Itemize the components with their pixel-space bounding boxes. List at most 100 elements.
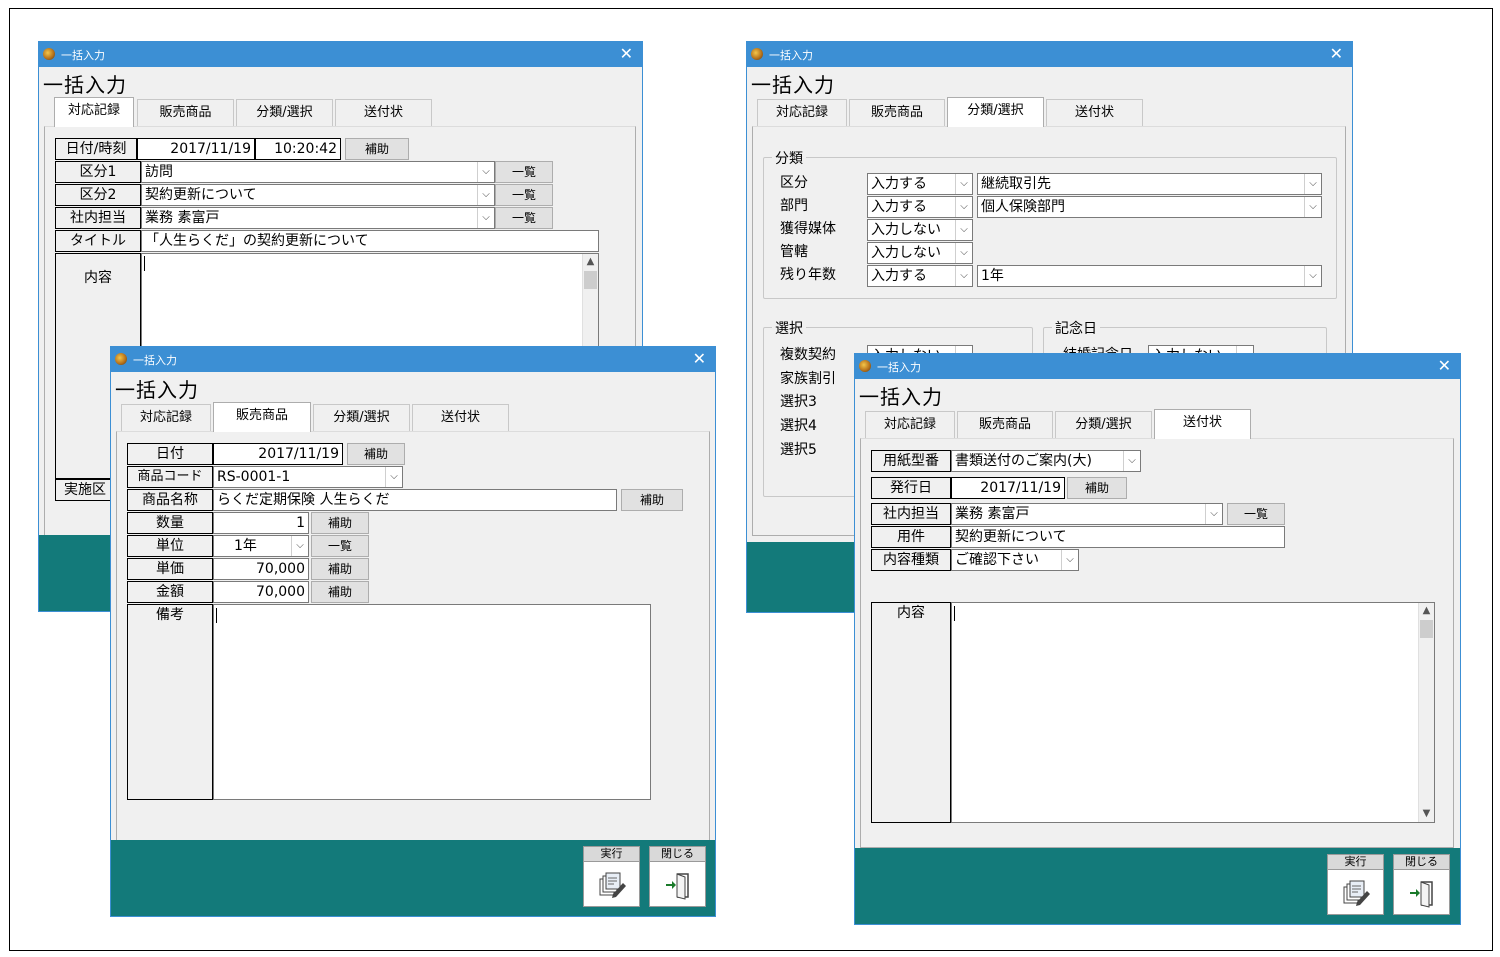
chevron-down-icon[interactable]: ⌵ <box>1304 266 1321 286</box>
scroll-up-icon[interactable]: ▲ <box>583 254 598 270</box>
close-icon[interactable]: ✕ <box>693 349 706 368</box>
staff-label: 社内担当 <box>55 207 141 229</box>
cat-row-mode[interactable]: 入力する ⌵ <box>867 173 973 195</box>
chevron-down-icon[interactable]: ⌵ <box>955 174 972 194</box>
date-field[interactable]: 2017/11/19 <box>213 443 343 465</box>
cat-row-mode[interactable]: 入力する ⌵ <box>867 265 973 287</box>
amount-assist-button[interactable]: 補助 <box>311 581 369 603</box>
tab-products[interactable]: 販売商品 <box>137 99 234 126</box>
tab-category[interactable]: 分類/選択 <box>236 99 333 126</box>
cat-row-mode[interactable]: 入力しない ⌵ <box>867 219 973 241</box>
tab-letter[interactable]: 送付状 <box>412 404 509 431</box>
name-input[interactable]: らくだ定期保険 人生らくだ <box>213 489 617 511</box>
scroll-up-icon[interactable]: ▲ <box>1419 603 1434 619</box>
title-input[interactable]: 「人生らくだ」の契約更新について <box>141 230 599 252</box>
close-icon[interactable]: ✕ <box>1438 356 1451 375</box>
tab-category[interactable]: 分類/選択 <box>313 404 410 431</box>
cat-row-label: 部門 <box>780 198 808 214</box>
chevron-down-icon[interactable]: ⌵ <box>1061 550 1078 570</box>
chevron-down-icon[interactable]: ⌵ <box>1205 504 1222 524</box>
subject-label: 用件 <box>871 526 951 548</box>
chevron-down-icon[interactable]: ⌵ <box>291 536 308 556</box>
close-icon[interactable]: ✕ <box>620 44 633 63</box>
cat-row-mode[interactable]: 入力しない ⌵ <box>867 242 973 264</box>
date-field[interactable]: 2017/11/19 <box>137 138 255 160</box>
staff-list-button[interactable]: 一覧 <box>495 207 553 229</box>
tab-letter[interactable]: 送付状 <box>1046 99 1143 126</box>
title-bar[interactable]: 一括入力 ✕ <box>111 347 715 372</box>
chevron-down-icon[interactable]: ⌵ <box>955 243 972 263</box>
content-textarea[interactable]: ▲ ▼ <box>951 602 1435 823</box>
chevron-down-icon[interactable]: ⌵ <box>955 266 972 286</box>
select-row-label: 複数契約 <box>780 347 836 363</box>
tab-products[interactable]: 販売商品 <box>849 99 945 126</box>
title-bar[interactable]: 一括入力 ✕ <box>39 42 642 67</box>
issue-assist-button[interactable]: 補助 <box>1067 477 1127 499</box>
note-textarea[interactable] <box>213 604 651 800</box>
content-label: 内容 <box>84 270 112 286</box>
chevron-down-icon[interactable]: ⌵ <box>477 208 494 228</box>
unit-list-button[interactable]: 一覧 <box>311 535 369 557</box>
unit-select[interactable]: 1年 ⌵ <box>213 535 309 557</box>
chevron-down-icon[interactable]: ⌵ <box>955 197 972 217</box>
cat1-select[interactable]: 訪問 ⌵ <box>141 161 495 183</box>
scroll-down-icon[interactable]: ▼ <box>1419 806 1434 822</box>
window-letter: 一括入力 ✕ 一括入力 対応記録 販売商品 分類/選択 送付状 用紙型番 書類送… <box>854 353 1461 925</box>
code-select[interactable]: RS-0001-1 ⌵ <box>213 466 403 488</box>
execute-label: 実行 <box>584 847 639 862</box>
chevron-down-icon[interactable]: ⌵ <box>385 467 402 487</box>
amount-input[interactable]: 70,000 <box>213 581 309 603</box>
cat1-list-button[interactable]: 一覧 <box>495 161 553 183</box>
chevron-down-icon[interactable]: ⌵ <box>477 185 494 205</box>
issue-date-field[interactable]: 2017/11/19 <box>951 477 1065 499</box>
chevron-down-icon[interactable]: ⌵ <box>1123 451 1140 471</box>
chevron-down-icon[interactable]: ⌵ <box>1304 174 1321 194</box>
assist-button[interactable]: 補助 <box>347 443 405 465</box>
subject-input[interactable]: 契約更新について <box>951 526 1285 548</box>
chevron-down-icon[interactable]: ⌵ <box>477 162 494 182</box>
tab-products[interactable]: 販売商品 <box>213 402 311 432</box>
execute-button[interactable]: 実行 <box>1327 854 1384 915</box>
cat-row-value[interactable]: 1年 ⌵ <box>977 265 1322 287</box>
cat-row-mode[interactable]: 入力する ⌵ <box>867 196 973 218</box>
execute-button[interactable]: 実行 <box>583 846 640 907</box>
close-button[interactable]: 閉じる <box>649 846 706 907</box>
price-input[interactable]: 70,000 <box>213 558 309 580</box>
staff-list-button[interactable]: 一覧 <box>1227 503 1285 525</box>
name-assist-button[interactable]: 補助 <box>621 489 683 511</box>
qty-input[interactable]: 1 <box>213 512 309 534</box>
ctype-select[interactable]: ご確認下さい ⌵ <box>951 549 1079 571</box>
cat-row-value[interactable]: 継続取引先 ⌵ <box>977 173 1322 195</box>
time-field[interactable]: 10:20:42 <box>255 138 341 160</box>
app-icon <box>859 360 871 372</box>
tab-letter[interactable]: 送付状 <box>1154 409 1251 439</box>
cat-row-value[interactable]: 個人保険部門 ⌵ <box>977 196 1322 218</box>
content-scrollbar[interactable]: ▲ ▼ <box>1418 603 1434 822</box>
paper-select[interactable]: 書類送付のご案内(大) ⌵ <box>951 450 1141 472</box>
tab-letter[interactable]: 送付状 <box>335 99 432 126</box>
tab-record[interactable]: 対応記録 <box>865 411 955 438</box>
title-bar[interactable]: 一括入力 ✕ <box>747 42 1352 67</box>
close-label: 閉じる <box>650 847 705 862</box>
qty-assist-button[interactable]: 補助 <box>311 512 369 534</box>
tab-category[interactable]: 分類/選択 <box>947 97 1044 127</box>
row-value: 1年 <box>981 268 1004 284</box>
chevron-down-icon[interactable]: ⌵ <box>955 220 972 240</box>
price-assist-button[interactable]: 補助 <box>311 558 369 580</box>
cat2-select[interactable]: 契約更新について ⌵ <box>141 184 495 206</box>
cat2-list-button[interactable]: 一覧 <box>495 184 553 206</box>
tab-record[interactable]: 対応記録 <box>121 404 211 431</box>
scroll-thumb[interactable] <box>584 271 597 289</box>
staff-select[interactable]: 業務 素富戸 ⌵ <box>141 207 495 229</box>
staff-select[interactable]: 業務 素富戸 ⌵ <box>951 503 1223 525</box>
tab-record[interactable]: 対応記録 <box>757 99 847 126</box>
tab-products[interactable]: 販売商品 <box>957 411 1053 438</box>
close-icon[interactable]: ✕ <box>1330 44 1343 63</box>
tab-record[interactable]: 対応記録 <box>54 97 134 127</box>
chevron-down-icon[interactable]: ⌵ <box>1304 197 1321 217</box>
scroll-thumb[interactable] <box>1420 620 1433 638</box>
tab-category[interactable]: 分類/選択 <box>1055 411 1152 438</box>
assist-button[interactable]: 補助 <box>345 138 409 160</box>
title-bar[interactable]: 一括入力 ✕ <box>855 354 1460 379</box>
close-button[interactable]: 閉じる <box>1393 854 1450 915</box>
